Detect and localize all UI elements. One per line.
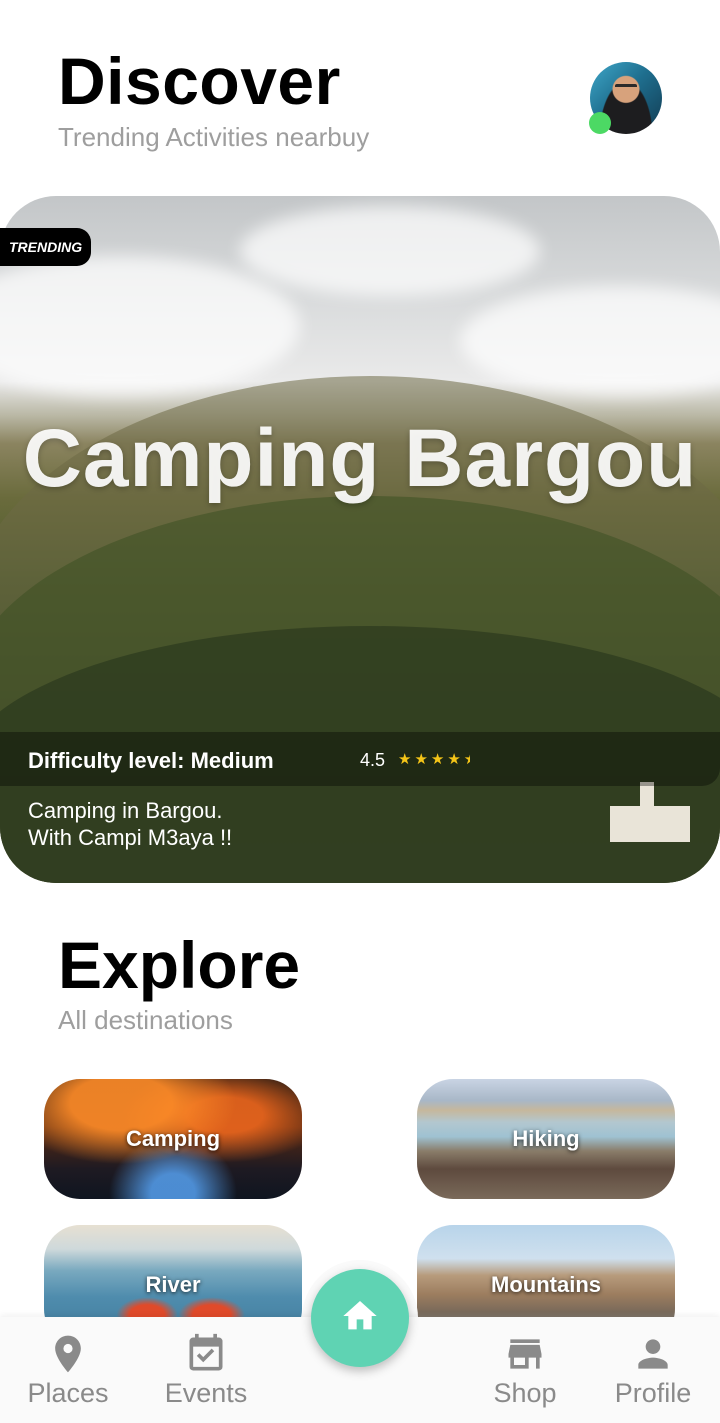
nav-item-profile[interactable]: Profile — [583, 1332, 720, 1409]
cloud — [0, 256, 300, 396]
nav-item-events[interactable]: Events — [136, 1332, 276, 1409]
page-subtitle: Trending Activities nearbuy — [58, 122, 370, 152]
online-status-dot — [589, 112, 611, 134]
page-title: Discover — [58, 44, 341, 118]
nav-label: Events — [164, 1378, 248, 1408]
person-icon — [583, 1332, 720, 1376]
star-rating-icon: ★★★★★ — [398, 750, 470, 768]
rating-value: 4.5 — [360, 750, 386, 770]
building — [610, 782, 690, 842]
category-label: Hiking — [512, 1126, 580, 1151]
map-pin-icon — [0, 1332, 138, 1376]
cloud — [460, 286, 720, 396]
nav-label: Shop — [493, 1378, 557, 1408]
featured-description-line: Camping in Bargou. — [28, 798, 223, 823]
trending-badge: TRENDING — [0, 228, 91, 266]
nav-item-shop[interactable]: Shop — [455, 1332, 595, 1409]
featured-description: Camping in Bargou. With Campi M3aya !! — [28, 797, 232, 851]
cloud — [240, 206, 540, 296]
nav-label: Profile — [614, 1378, 692, 1408]
category-camping[interactable]: Camping — [44, 1079, 302, 1199]
avatar-detail — [615, 84, 637, 90]
calendar-check-icon — [136, 1332, 276, 1376]
home-button[interactable] — [311, 1269, 409, 1367]
home-icon — [340, 1296, 380, 1341]
featured-description-line: With Campi M3aya !! — [28, 825, 233, 850]
nav-label: Places — [27, 1378, 109, 1408]
explore-title: Explore — [58, 928, 301, 1002]
featured-title: Camping Bargou — [22, 413, 698, 504]
nav-item-places[interactable]: Places — [0, 1332, 138, 1409]
explore-subtitle: All destinations — [58, 1005, 233, 1035]
store-icon — [455, 1332, 595, 1376]
category-label: Camping — [125, 1126, 221, 1151]
category-hiking[interactable]: Hiking — [417, 1079, 675, 1199]
difficulty-label: Difficulty level: Medium — [28, 748, 274, 773]
half-star-icon: ★ — [464, 750, 470, 768]
